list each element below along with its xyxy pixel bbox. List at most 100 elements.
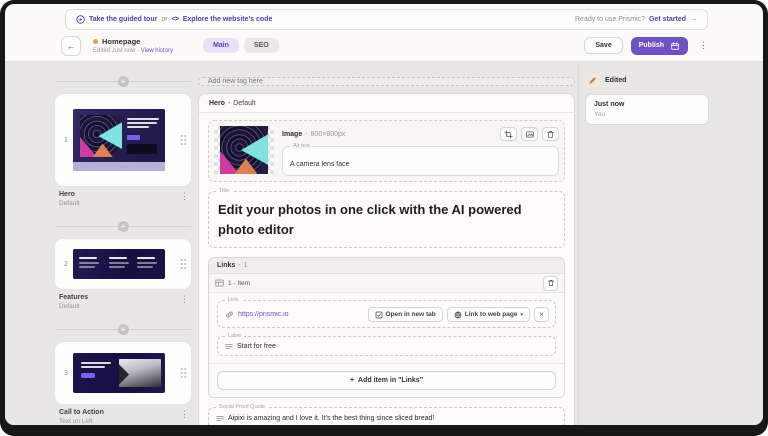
add-slice-button[interactable]: +	[118, 76, 129, 87]
page-title: Homepage	[102, 37, 140, 46]
add-tag-input[interactable]	[198, 77, 575, 86]
title-field: Title Edit your photos in one click with…	[208, 191, 565, 248]
item-grid-icon	[215, 279, 224, 287]
slice-thumbnail-hero	[73, 109, 165, 171]
add-slice-button[interactable]: +	[118, 221, 129, 232]
document-header: ← Homepage Edited Just now - View histor…	[5, 33, 763, 62]
social-proof-quote-field: Social Proof Quote Aipixi is amazing and…	[208, 407, 565, 425]
drag-handle-icon[interactable]	[180, 367, 187, 379]
tab-seo[interactable]: SEO	[244, 38, 279, 53]
slice-card-hero[interactable]: 1	[55, 94, 191, 186]
slice-variant: Default	[59, 303, 88, 310]
image-thumbnail[interactable]	[214, 126, 274, 174]
label-field: Label Start for free	[217, 336, 556, 356]
links-count: 1	[244, 262, 248, 269]
title-field-label: Title	[216, 188, 232, 194]
get-started-link[interactable]: Get started	[649, 16, 686, 23]
slice-variant: Text on Left	[59, 418, 104, 425]
ready-to-use-text: Ready to use Prismic?	[575, 16, 645, 23]
calendar-icon	[670, 41, 680, 51]
document-kebab-menu[interactable]: ⋮	[696, 40, 711, 51]
activity-header: Edited	[585, 73, 709, 88]
globe-icon	[454, 311, 462, 319]
text-align-icon	[225, 343, 233, 350]
delete-image-button[interactable]	[542, 127, 559, 141]
tab-main[interactable]: Main	[203, 38, 239, 53]
link-url[interactable]: https://prismic.io	[238, 311, 289, 318]
alt-text-label: Alt text	[290, 143, 313, 149]
label-field-label: Label	[225, 333, 244, 339]
alt-text-field: Alt text	[282, 146, 559, 176]
slice-variant: Default	[59, 200, 80, 207]
save-button[interactable]: Save	[584, 37, 622, 54]
back-arrow-icon: ←	[67, 41, 76, 51]
publish-button[interactable]: Publish	[631, 37, 688, 55]
delete-item-button[interactable]	[543, 276, 558, 291]
image-dimensions: 800×800px	[311, 131, 346, 138]
draft-status-dot	[93, 39, 98, 44]
link-field: Link https://prismic.io Open in new tab	[217, 300, 556, 328]
top-bar: Take the guided tour or <> Explore the w…	[5, 4, 763, 33]
activity-title: Edited	[605, 77, 626, 84]
item-label: 1 - Item	[228, 280, 250, 287]
slice-label-hero: Hero Default ⋮	[59, 191, 189, 207]
slice-kebab-menu[interactable]: ⋮	[180, 409, 189, 420]
play-circle-icon	[76, 15, 85, 24]
drag-handle-icon[interactable]	[180, 134, 187, 146]
edited-text: Edited Just now -	[93, 48, 139, 54]
slice-editor-column: Hero - Default Image	[198, 62, 575, 425]
camera-lens-image	[220, 126, 268, 174]
add-item-button[interactable]: + Add item in "Links"	[217, 371, 556, 390]
document-meta: Homepage Edited Just now - View history	[93, 37, 173, 54]
links-label: Links	[217, 262, 235, 269]
slice-thumbnail-features	[73, 249, 165, 279]
back-button[interactable]: ←	[61, 36, 81, 56]
slice-card-cta[interactable]: 3	[55, 342, 191, 404]
activity-entry[interactable]: Just now You	[585, 94, 709, 125]
activity-author: You	[594, 111, 700, 118]
crop-image-button[interactable]	[500, 127, 517, 141]
explore-code-link[interactable]: Explore the website's code	[183, 16, 273, 23]
quote-value[interactable]: Aipixi is amazing and I love it. It's th…	[228, 415, 434, 422]
document-tabs: Main SEO	[203, 38, 279, 53]
hero-slice-header: Hero - Default	[199, 94, 574, 113]
title-rich-text[interactable]: Edit your photos in one click with the A…	[218, 200, 550, 240]
guided-tour-banner: Take the guided tour or <> Explore the w…	[65, 9, 708, 30]
link-field-label: Link	[225, 297, 241, 303]
slice-kebab-menu[interactable]: ⋮	[180, 191, 189, 202]
links-item-row: 1 - Item	[209, 274, 564, 293]
camera-lens-graphic	[80, 115, 122, 157]
slice-number: 1	[59, 137, 73, 144]
edited-timestamp: Edited Just now - View history	[93, 48, 173, 54]
slice-number: 3	[59, 370, 73, 377]
slice-kebab-menu[interactable]: ⋮	[180, 294, 189, 305]
alt-text-input[interactable]	[290, 161, 551, 168]
checkbox-icon	[375, 311, 383, 319]
drag-handle-icon[interactable]	[180, 258, 187, 270]
hero-slice-card: Hero - Default Image	[198, 93, 575, 425]
editor-body: + 1 Hero Default	[5, 62, 763, 425]
label-value[interactable]: Start for free	[237, 343, 276, 350]
link-type-dropdown[interactable]: Link to web page ▾	[447, 307, 530, 322]
slice-label-features: Features Default ⋮	[59, 294, 189, 310]
slice-card-features[interactable]: 2	[55, 239, 191, 289]
image-field: Image - 800×800px	[208, 120, 565, 182]
slice-name: Features	[59, 294, 88, 301]
links-group-header: Links - 1	[209, 258, 564, 274]
item-fields: Link https://prismic.io Open in new tab	[209, 293, 564, 364]
activity-time: Just now	[594, 101, 700, 108]
remove-link-button[interactable]: ×	[534, 307, 549, 322]
link-icon	[225, 310, 234, 319]
panel-divider	[578, 62, 579, 425]
open-new-tab-toggle[interactable]: Open in new tab	[368, 307, 443, 322]
activity-panel: Edited Just now You	[585, 62, 709, 125]
banner-or-text: or	[161, 16, 167, 23]
slice-label-cta: Call to Action Text on Left ⋮	[59, 409, 189, 425]
quote-field-label: Social Proof Quote	[216, 404, 268, 410]
view-history-link[interactable]: View history	[141, 48, 173, 54]
replace-image-button[interactable]	[521, 127, 538, 141]
slice-header-name: Hero	[209, 100, 225, 107]
image-field-label: Image	[282, 131, 302, 138]
add-slice-button[interactable]: +	[118, 324, 129, 335]
guided-tour-link[interactable]: Take the guided tour	[89, 16, 157, 23]
